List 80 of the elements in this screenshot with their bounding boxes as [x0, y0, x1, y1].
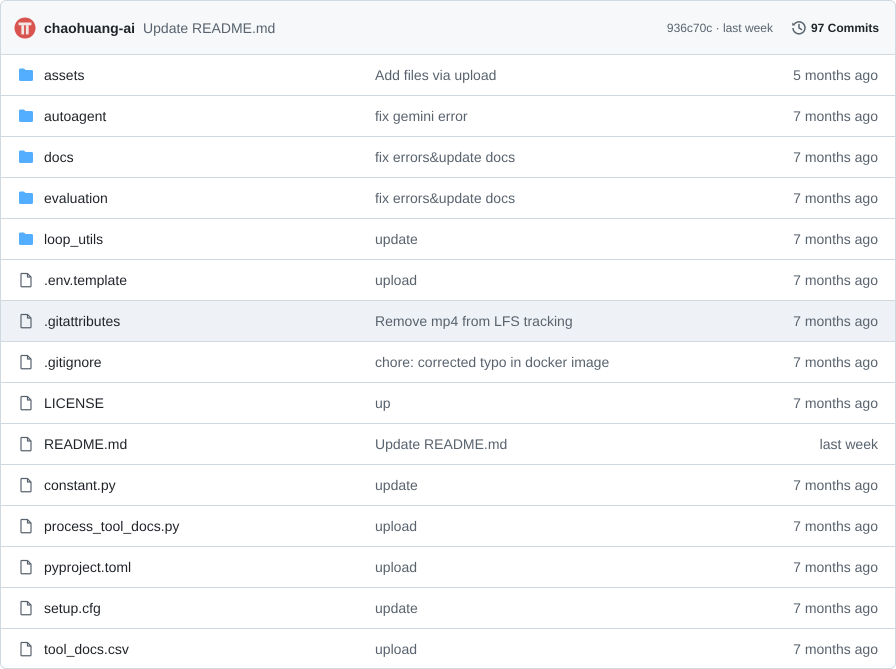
file-icon	[18, 436, 34, 452]
file-row[interactable]: README.md Update README.md last week	[1, 424, 895, 465]
file-icon	[18, 395, 34, 411]
file-name-link[interactable]: .env.template	[44, 272, 128, 288]
file-row[interactable]: tool_docs.csv upload 7 months ago	[1, 629, 895, 668]
commit-time: 7 months ago	[793, 354, 878, 370]
commit-message-link[interactable]: update	[375, 600, 418, 616]
commit-message-link[interactable]: Update README.md	[143, 20, 276, 36]
commit-time: 7 months ago	[793, 108, 878, 124]
file-icon	[18, 559, 34, 575]
file-row[interactable]: .gitignore chore: corrected typo in docker image 7 months ago	[1, 342, 895, 383]
file-name-link[interactable]: setup.cfg	[44, 600, 101, 616]
file-name-link[interactable]: tool_docs.csv	[44, 641, 129, 657]
commit-time: 7 months ago	[793, 395, 878, 411]
file-row[interactable]: docs fix errors&update docs 7 months ago	[1, 137, 895, 178]
file-name-link[interactable]: autoagent	[44, 108, 106, 124]
commit-sha-time: 936c70c · last week	[666, 20, 773, 34]
commit-time: 7 months ago	[793, 559, 878, 575]
file-name-link[interactable]: .gitignore	[44, 354, 102, 370]
file-row[interactable]: .gitattributes Remove mp4 from LFS tracking 7 months ago	[1, 301, 895, 342]
commit-time: 7 months ago	[793, 518, 878, 534]
commit-message-link[interactable]: fix errors&update docs	[375, 149, 516, 165]
avatar-icon	[14, 16, 36, 38]
commit-time: 7 months ago	[793, 272, 878, 288]
file-row[interactable]: constant.py update 7 months ago	[1, 465, 895, 506]
file-name-link[interactable]: assets	[44, 67, 84, 83]
commit-time: 7 months ago	[793, 190, 878, 206]
commit-time: 5 months ago	[793, 67, 878, 83]
file-row[interactable]: pyproject.toml upload 7 months ago	[1, 547, 895, 588]
file-icon	[18, 272, 34, 288]
file-name-link[interactable]: .gitattributes	[44, 313, 120, 329]
file-name-link[interactable]: README.md	[44, 436, 128, 452]
folder-icon	[18, 190, 34, 206]
folder-icon	[18, 149, 34, 165]
author-link[interactable]: chaohuang-ai	[44, 20, 136, 36]
folder-icon	[18, 108, 34, 124]
file-icon	[18, 477, 34, 493]
commit-message-link[interactable]: chore: corrected typo in docker image	[375, 354, 610, 370]
file-name-link[interactable]: LICENSE	[44, 395, 104, 411]
commit-time: 7 months ago	[793, 313, 878, 329]
commit-message-link[interactable]: Update README.md	[375, 436, 508, 452]
commit-time: 7 months ago	[793, 641, 878, 657]
file-name-link[interactable]: docs	[44, 149, 74, 165]
file-icon	[18, 313, 34, 329]
commit-message-link[interactable]: fix errors&update docs	[375, 190, 516, 206]
file-row[interactable]: loop_utils update 7 months ago	[1, 219, 895, 260]
file-row[interactable]: autoagent fix gemini error 7 months ago	[1, 96, 895, 137]
file-name-link[interactable]: process_tool_docs.py	[44, 518, 180, 534]
file-row[interactable]: evaluation fix errors&update docs 7 months ago	[1, 178, 895, 219]
commit-message-link[interactable]: upload	[375, 559, 418, 575]
commit-message-link[interactable]: Remove mp4 from LFS tracking	[375, 313, 573, 329]
commit-message-link[interactable]: upload	[375, 518, 418, 534]
file-icon	[18, 600, 34, 616]
file-row[interactable]: setup.cfg update 7 months ago	[1, 588, 895, 629]
file-row[interactable]: LICENSE up 7 months ago	[1, 383, 895, 424]
file-name-link[interactable]: evaluation	[44, 190, 108, 206]
commit-message-link[interactable]: fix gemini error	[375, 108, 468, 124]
folder-icon	[18, 231, 34, 247]
commit-message-link[interactable]: up	[375, 395, 391, 411]
commit-time: last week	[820, 436, 878, 452]
file-icon	[18, 354, 34, 370]
commit-message-link[interactable]: update	[375, 231, 418, 247]
file-name-link[interactable]: constant.py	[44, 477, 116, 493]
file-row[interactable]: process_tool_docs.py upload 7 months ago	[1, 506, 895, 547]
commit-time: 7 months ago	[793, 149, 878, 165]
file-name-link[interactable]: loop_utils	[44, 231, 104, 247]
file-name-link[interactable]: pyproject.toml	[44, 559, 132, 575]
file-row[interactable]: assets Add files via upload 5 months ago	[1, 55, 895, 96]
file-icon	[18, 641, 34, 657]
commit-message-link[interactable]: update	[375, 477, 418, 493]
history-icon	[790, 20, 807, 36]
commit-time: 7 months ago	[793, 231, 878, 247]
commits-link[interactable]: 97 Commits	[790, 20, 879, 36]
commit-message-link[interactable]: upload	[375, 641, 418, 657]
commit-message-link[interactable]: upload	[375, 272, 418, 288]
commit-message-link[interactable]: Add files via upload	[375, 67, 496, 83]
folder-icon	[18, 67, 34, 83]
commit-time: 7 months ago	[793, 600, 878, 616]
commit-time: 7 months ago	[793, 477, 878, 493]
file-icon	[18, 518, 34, 534]
